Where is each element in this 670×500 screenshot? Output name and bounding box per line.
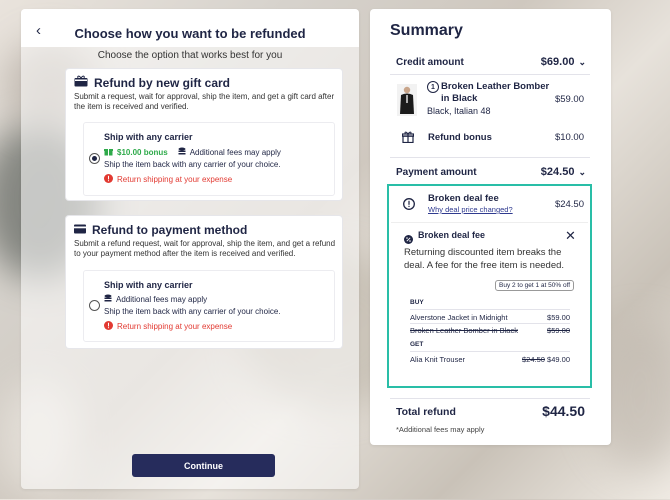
page-title: Choose how you want to be refunded (74, 26, 306, 41)
item-qty-badge: 1 (427, 81, 439, 93)
total-refund-label: Total refund (396, 406, 456, 418)
coins-icon (104, 294, 112, 305)
popup-title: Broken deal fee (418, 230, 486, 240)
divider (390, 74, 590, 75)
option-payment-title: Refund to payment method (92, 223, 248, 237)
divider (410, 323, 570, 324)
payment-amount-toggle[interactable]: $24.50 ⌄ (515, 166, 586, 178)
shipping-warning-2: Return shipping at your expense (104, 321, 232, 332)
chevron-down-icon: ⌄ (578, 167, 586, 177)
chevron-down-icon: ⌄ (578, 57, 586, 67)
alert-icon (104, 321, 113, 332)
get-item-price: $49.00 (547, 355, 570, 364)
deal-fee-label: Broken deal fee (428, 193, 499, 204)
gift-card-icon (74, 75, 88, 90)
option-gift-card-heading: Refund by new gift card (74, 75, 230, 90)
product-thumbnail (397, 84, 417, 116)
radio-payment-method[interactable] (89, 300, 100, 311)
get-item-old-price: $24.50 (522, 355, 545, 364)
refund-bonus-value: $10.00 (554, 132, 584, 143)
credit-amount-value: $69.00 (540, 56, 575, 68)
buy-label: BUY (410, 299, 424, 306)
buy-item-price-struck: $59.00 (547, 326, 570, 335)
gift-icon (104, 147, 113, 158)
alert-icon (104, 174, 113, 185)
get-item-name: Alia Knit Trouser (410, 355, 466, 364)
bonus-line: $10.00 bonus Additional fees may apply (104, 147, 281, 158)
fees-line-2: Additional fees may apply (104, 294, 207, 305)
fees-footnote: *Additional fees may apply (396, 425, 485, 434)
option-gift-card-desc: Submit a request, wait for approval, shi… (74, 92, 335, 111)
deal-fee-value: $24.50 (554, 199, 584, 210)
coins-icon (178, 147, 186, 158)
payment-amount-label: Payment amount (396, 167, 477, 178)
credit-amount-label: Credit amount (396, 57, 464, 68)
shipping-warning: Return shipping at your expense (104, 174, 232, 185)
item-title-line: 1 (427, 81, 439, 93)
sub-option-title: Ship with any carrier (104, 132, 193, 142)
ship-note: Ship the item back with any carrier of y… (104, 160, 281, 169)
gift-icon (401, 130, 415, 148)
continue-button[interactable]: Continue (132, 454, 275, 477)
bonus-badge: $10.00 bonus (117, 148, 168, 157)
item-price: $59.00 (554, 94, 584, 105)
payment-amount-value: $24.50 (540, 166, 575, 178)
divider (390, 157, 590, 158)
close-icon[interactable]: ✕ (565, 228, 576, 244)
option-payment-desc: Submit a refund request, wait for approv… (74, 239, 336, 258)
summary-title: Summary (390, 22, 463, 39)
popup-text: Returning discounted item breaks the dea… (404, 247, 565, 271)
buy-item-price: $59.00 (547, 313, 570, 322)
get-label: GET (410, 341, 424, 348)
divider (390, 398, 590, 399)
divider (410, 309, 570, 310)
refund-bonus-label: Refund bonus (428, 132, 492, 143)
item-name: Broken Leather Bomber in Black (441, 81, 551, 105)
divider (410, 351, 570, 352)
option-payment-heading: Refund to payment method (74, 223, 247, 237)
item-variant: Black, Italian 48 (427, 106, 491, 116)
buy-item-name-struck: Broken Leather Bomber in Black (410, 326, 518, 335)
total-refund-value: $44.50 (542, 403, 585, 419)
item-name-text: Broken Leather Bomber in Black (441, 81, 550, 104)
fees-text-2: Additional fees may apply (116, 295, 208, 304)
why-price-changed-link[interactable]: Why deal price changed? (428, 205, 513, 214)
promo-badge: Buy 2 to get 1 at 50% off (495, 280, 575, 291)
get-item-prices: $24.50 $49.00 (515, 355, 570, 364)
fees-text: Additional fees may apply (189, 148, 281, 157)
buy-item-name: Alverstone Jacket in Midnight (410, 313, 508, 322)
radio-gift-card[interactable] (89, 153, 100, 164)
credit-card-icon (74, 223, 86, 237)
sub-option-title-2: Ship with any carrier (104, 280, 193, 290)
shipping-warning-text-2: Return shipping at your expense (117, 322, 233, 331)
page-subtitle: Choose the option that works best for yo… (97, 50, 283, 61)
info-circle-icon (403, 197, 415, 215)
shipping-warning-text: Return shipping at your expense (117, 175, 233, 184)
ship-note-2: Ship the item back with any carrier of y… (104, 307, 281, 316)
option-gift-card-title: Refund by new gift card (94, 75, 231, 90)
credit-amount-toggle[interactable]: $69.00 ⌄ (520, 56, 586, 68)
